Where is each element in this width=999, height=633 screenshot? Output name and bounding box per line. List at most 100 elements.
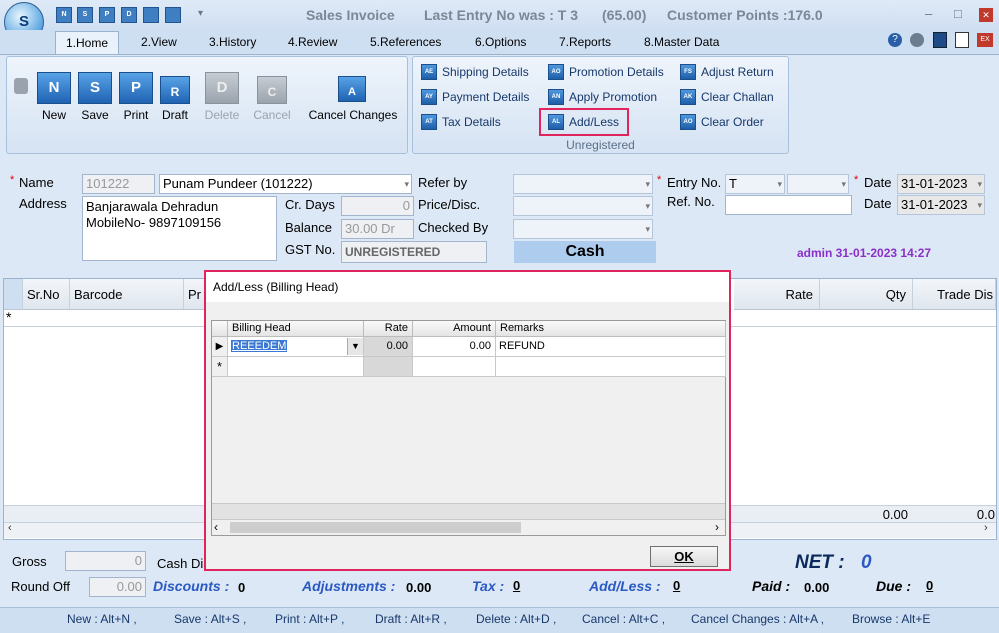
cancel-changes-button[interactable]: Cancel Changes [304, 108, 402, 122]
col-barcode[interactable]: Barcode [70, 279, 184, 310]
maximize-button[interactable]: □ [954, 6, 962, 21]
settings-icon[interactable] [910, 33, 924, 47]
document-icon[interactable] [955, 32, 969, 48]
rate-cell[interactable]: 0.00 [364, 337, 413, 357]
chevron-down-icon: ▾ [977, 200, 982, 210]
col-billing-head[interactable]: Billing Head [228, 321, 364, 337]
exit-icon[interactable]: EX [977, 33, 993, 47]
entry-series-select[interactable]: T ▾ [725, 174, 785, 194]
qat-print-icon[interactable]: P [99, 7, 115, 23]
shortcut-cancel: Cancel : Alt+C , [582, 612, 666, 626]
discounts-value: 0 [238, 580, 246, 595]
chevron-down-icon: ▾ [645, 179, 650, 189]
print-button[interactable]: Print [114, 108, 158, 122]
shipping-details-button[interactable]: Shipping Details [442, 65, 529, 79]
new-row-marker: * [6, 309, 12, 325]
col-amount[interactable]: Amount [413, 321, 496, 337]
date2-field[interactable]: 31-01-2023 ▾ [897, 195, 985, 215]
info-icon[interactable] [933, 32, 947, 48]
save-button[interactable]: Save [73, 108, 117, 122]
checked-by-select[interactable]: ▾ [513, 219, 653, 239]
balance-field: 30.00 Dr [341, 219, 414, 239]
tab-references[interactable]: 5.References [360, 31, 451, 54]
col-trade-discount[interactable]: Trade Dis [913, 279, 996, 310]
col-product[interactable]: Pr [184, 279, 206, 310]
qat-new-icon[interactable]: N [56, 7, 72, 23]
price-disc-select[interactable]: ▾ [513, 196, 653, 216]
new-amount-cell[interactable] [413, 357, 496, 377]
scroll-left-icon[interactable]: ‹ [8, 522, 12, 534]
adjust-return-button[interactable]: Adjust Return [701, 65, 774, 79]
qat-icon-5[interactable] [143, 7, 159, 23]
billing-head-grid[interactable]: Billing Head Rate Amount Remarks ▶ REEED… [211, 320, 726, 536]
remarks-cell[interactable]: REFUND [496, 337, 726, 357]
new-rate-cell[interactable] [364, 357, 413, 377]
print-icon[interactable]: P [119, 72, 153, 104]
save-icon[interactable]: S [78, 72, 112, 104]
addless-value[interactable]: 0 [673, 578, 680, 593]
new-remarks-cell[interactable] [496, 357, 726, 377]
promotion-details-button[interactable]: Promotion Details [569, 65, 664, 79]
col-sr-no[interactable]: Sr.No [23, 279, 70, 310]
adjust-return-icon: FS [680, 64, 696, 80]
round-off-field[interactable]: 0.00 [89, 577, 146, 597]
tab-home[interactable]: 1.Home [55, 31, 120, 54]
dialog-horizontal-scrollbar[interactable]: ‹ › [212, 519, 725, 535]
draft-button[interactable]: Draft [153, 108, 197, 122]
draft-icon[interactable]: R [160, 76, 190, 104]
payment-mode-button[interactable]: Cash [514, 241, 656, 263]
tab-options[interactable]: 6.Options [465, 31, 536, 54]
cancel-changes-icon[interactable]: A [338, 76, 366, 102]
clear-challan-button[interactable]: Clear Challan [701, 90, 774, 104]
billing-head-select[interactable]: REEEDEM ▼ [228, 337, 364, 357]
entry-no-select[interactable]: ▾ [787, 174, 849, 194]
date-field[interactable]: 31-01-2023 ▾ [897, 174, 985, 194]
ok-button[interactable]: OK [650, 546, 718, 567]
ref-no-field[interactable] [725, 195, 852, 215]
new-icon[interactable]: N [37, 72, 71, 104]
refer-by-select[interactable]: ▾ [513, 174, 653, 194]
chevron-down-icon[interactable]: ▼ [347, 338, 363, 355]
help-icon[interactable]: ? [888, 33, 902, 47]
clear-order-button[interactable]: Clear Order [701, 115, 764, 129]
minimize-button[interactable]: – [925, 6, 932, 21]
scroll-left-icon[interactable]: ‹ [214, 520, 218, 534]
col-qty[interactable]: Qty [820, 279, 913, 310]
amount-cell[interactable]: 0.00 [413, 337, 496, 357]
qat-draft-icon[interactable]: D [121, 7, 137, 23]
customer-name-select[interactable]: Punam Pundeer (101222) ▾ [159, 174, 412, 194]
tax-details-button[interactable]: Tax Details [442, 115, 501, 129]
close-button[interactable]: ✕ [979, 8, 993, 22]
col-rate[interactable]: Rate [364, 321, 413, 337]
apply-promotion-button[interactable]: Apply Promotion [569, 90, 657, 104]
new-button[interactable]: New [32, 108, 76, 122]
dialog-title: Add/Less (Billing Head) [206, 272, 729, 302]
tab-history[interactable]: 3.History [199, 31, 266, 54]
due-value[interactable]: 0 [926, 578, 933, 593]
qat-customize-icon[interactable]: ▾ [198, 8, 203, 19]
tab-review[interactable]: 4.Review [278, 31, 347, 54]
delete-icon: D [205, 72, 239, 104]
address-field[interactable]: Banjarawala Dehradun MobileNo- 989710915… [82, 196, 277, 261]
address-line-2: MobileNo- 9897109156 [86, 215, 222, 230]
chevron-down-icon: ▾ [777, 179, 782, 189]
tab-view[interactable]: 2.View [131, 31, 187, 54]
tab-reports[interactable]: 7.Reports [549, 31, 621, 54]
qat-icon-6[interactable] [165, 7, 181, 23]
col-rate[interactable]: Rate [734, 279, 820, 310]
tax-details-icon: AT [421, 114, 437, 130]
shortcut-save: Save : Alt+S , [174, 612, 247, 626]
scroll-right-icon[interactable]: › [984, 522, 988, 534]
payment-details-button[interactable]: Payment Details [442, 90, 529, 104]
new-billing-head-cell[interactable] [228, 357, 364, 377]
tab-master-data[interactable]: 8.Master Data [634, 31, 729, 54]
tax-value[interactable]: 0 [513, 578, 520, 593]
col-remarks[interactable]: Remarks [496, 321, 726, 337]
customer-code-field[interactable]: 101222 [82, 174, 155, 194]
cr-days-field[interactable]: 0 [341, 196, 414, 216]
footer-trade-total: 0.0 [976, 507, 995, 522]
add-less-button[interactable]: Add/Less [569, 115, 619, 129]
scroll-right-icon[interactable]: › [715, 520, 719, 534]
scroll-thumb[interactable] [230, 522, 521, 533]
qat-save-icon[interactable]: S [77, 7, 93, 23]
